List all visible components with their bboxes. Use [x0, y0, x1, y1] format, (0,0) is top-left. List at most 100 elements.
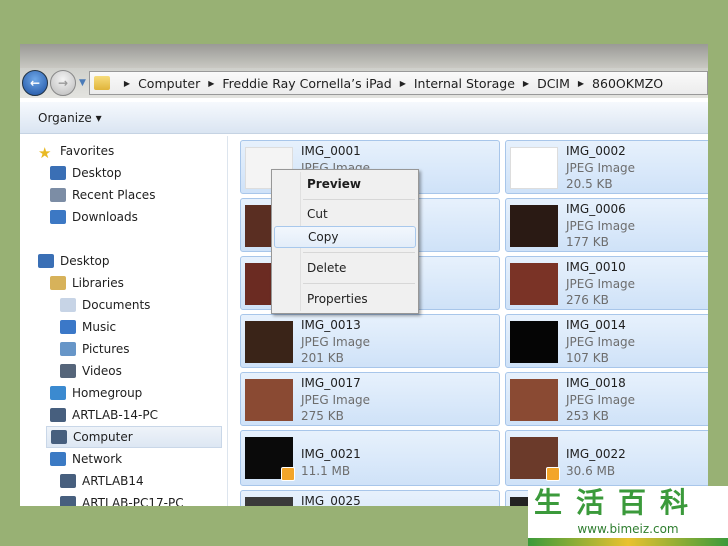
watermark-logo: 生活百科 www.bimeiz.com [528, 486, 728, 546]
navigation-bar: ← → ▼ ▶ Computer ▶ Freddie Ray Cornella’s i… [20, 68, 708, 98]
context-menu-copy[interactable]: Copy [274, 226, 416, 248]
navigation-pane: ★ Favorites Desktop Recent Places Downloads D… [20, 136, 228, 506]
file-tile[interactable]: IMG_0002 JPEG Image 20.5 KB [505, 140, 708, 194]
file-name: IMG_0006 [566, 202, 626, 216]
sidebar-item-label: Computer [73, 430, 133, 444]
context-menu-properties[interactable]: Properties [274, 288, 416, 310]
sidebar-item-videos[interactable]: Videos [60, 360, 122, 382]
file-info: IMG_0010 JPEG Image 276 KB [566, 259, 635, 309]
back-button[interactable]: ← [22, 70, 48, 96]
sidebar-item-recent-places[interactable]: Recent Places [50, 184, 155, 206]
file-size: 177 KB [566, 235, 609, 249]
file-thumbnail [245, 437, 295, 481]
file-name: IMG_0014 [566, 318, 626, 332]
sidebar-item-label: ARTLAB-14-PC [72, 408, 158, 422]
file-info: IMG_0002 JPEG Image 20.5 KB [566, 143, 635, 193]
sidebar-item-label: ARTLAB14 [82, 474, 144, 488]
sidebar-item-favorites[interactable]: ★ Favorites [38, 140, 114, 162]
desktop-icon [38, 254, 54, 268]
file-tile[interactable]: IMG_0022 30.6 MB [505, 430, 708, 486]
file-tile[interactable]: IMG_0017 JPEG Image 275 KB [240, 372, 500, 426]
sidebar-item-artlab14[interactable]: ARTLAB14 [60, 470, 144, 492]
chevron-right-icon[interactable]: ▶ [578, 79, 584, 88]
file-tile[interactable]: IMG_0025 [240, 490, 500, 506]
chevron-right-icon[interactable]: ▶ [124, 79, 130, 88]
sidebar-item-artlab-pc17-pc[interactable]: ARTLAB-PC17-PC [60, 492, 184, 506]
sidebar-item-label: Videos [82, 364, 122, 378]
file-name: IMG_0022 [566, 447, 626, 461]
context-menu-preview[interactable]: Preview [274, 173, 416, 195]
sidebar-item-label: ARTLAB-PC17-PC [82, 496, 184, 506]
desktop-icon [50, 166, 66, 180]
context-menu-delete[interactable]: Delete [274, 257, 416, 279]
file-tile[interactable]: IMG_0013 JPEG Image 201 KB [240, 314, 500, 368]
file-thumbnail [510, 379, 558, 421]
address-bar[interactable]: ▶ Computer ▶ Freddie Ray Cornella’s iPad ▶ In… [88, 71, 708, 95]
sidebar-item-artlab-14-pc[interactable]: ARTLAB-14-PC [50, 404, 158, 426]
sidebar-item-desktop[interactable]: Desktop [50, 162, 122, 184]
breadcrumb-item[interactable]: DCIM [537, 76, 570, 91]
file-info: IMG_0025 [301, 493, 361, 506]
file-thumbnail [245, 497, 293, 506]
file-thumbnail [245, 379, 293, 421]
sidebar-item-computer[interactable]: Computer [46, 426, 222, 448]
file-tile[interactable]: IMG_0006 JPEG Image 177 KB [505, 198, 708, 252]
chevron-right-icon[interactable]: ▶ [400, 79, 406, 88]
pictures-icon [60, 342, 76, 356]
chevron-right-icon[interactable]: ▶ [523, 79, 529, 88]
sidebar-item-music[interactable]: Music [60, 316, 116, 338]
sidebar-item-label: Desktop [72, 166, 122, 180]
sidebar-item-homegroup[interactable]: Homegroup [50, 382, 142, 404]
sidebar-item-label: Recent Places [72, 188, 156, 202]
file-type: JPEG Image [566, 218, 636, 233]
documents-icon [60, 298, 76, 312]
file-thumbnail [510, 205, 558, 247]
breadcrumb-item[interactable]: Internal Storage [414, 76, 515, 91]
computer-icon [50, 408, 66, 422]
file-name: IMG_0025 [301, 494, 361, 506]
sidebar-item-label: Downloads [72, 210, 138, 224]
recent-places-icon [50, 188, 66, 202]
menu-separator [303, 283, 415, 284]
breadcrumb-item[interactable]: Computer [138, 76, 200, 91]
file-type: JPEG Image [566, 160, 636, 175]
menu-separator [303, 252, 415, 253]
file-size: 107 KB [566, 351, 609, 365]
downloads-icon [50, 210, 66, 224]
sidebar-item-desktop[interactable]: Desktop [38, 250, 110, 272]
breadcrumb-item[interactable]: Freddie Ray Cornella’s iPad [222, 76, 391, 91]
sidebar-item-downloads[interactable]: Downloads [50, 206, 138, 228]
sidebar-item-label: Favorites [60, 144, 115, 158]
file-tile[interactable]: IMG_0014 JPEG Image 107 KB [505, 314, 708, 368]
chevron-right-icon[interactable]: ▶ [208, 79, 214, 88]
file-type: JPEG Image [566, 392, 636, 407]
computer-icon [60, 474, 76, 488]
sidebar-item-libraries[interactable]: Libraries [50, 272, 124, 294]
context-menu-cut[interactable]: Cut [274, 203, 416, 225]
sidebar-item-documents[interactable]: Documents [60, 294, 150, 316]
recent-pages-dropdown-icon[interactable]: ▼ [79, 78, 86, 88]
forward-button[interactable]: → [50, 70, 76, 96]
sidebar-item-label: Libraries [72, 276, 124, 290]
file-name: IMG_0013 [301, 318, 361, 332]
sidebar-item-label: Homegroup [72, 386, 143, 400]
sidebar-item-network[interactable]: Network [50, 448, 122, 470]
file-thumbnail [245, 321, 293, 363]
file-thumbnail [510, 437, 560, 481]
file-tile[interactable]: IMG_0018 JPEG Image 253 KB [505, 372, 708, 426]
organize-button[interactable]: Organize ▾ [38, 111, 102, 125]
command-bar: Organize ▾ [20, 102, 708, 134]
file-thumbnail [510, 321, 558, 363]
file-size: 201 KB [301, 351, 344, 365]
breadcrumb-item[interactable]: 860OKMZO [592, 76, 663, 91]
file-tile[interactable]: IMG_0021 11.1 MB [240, 430, 500, 486]
sidebar-item-pictures[interactable]: Pictures [60, 338, 130, 360]
file-info: IMG_0013 JPEG Image 201 KB [301, 317, 370, 367]
file-name: IMG_0010 [566, 260, 626, 274]
title-bar [20, 44, 708, 68]
computer-icon [51, 430, 67, 444]
star-icon: ★ [38, 144, 52, 162]
file-tile[interactable]: IMG_0010 JPEG Image 276 KB [505, 256, 708, 310]
folder-icon [93, 76, 110, 90]
sidebar-item-label: Pictures [82, 342, 130, 356]
